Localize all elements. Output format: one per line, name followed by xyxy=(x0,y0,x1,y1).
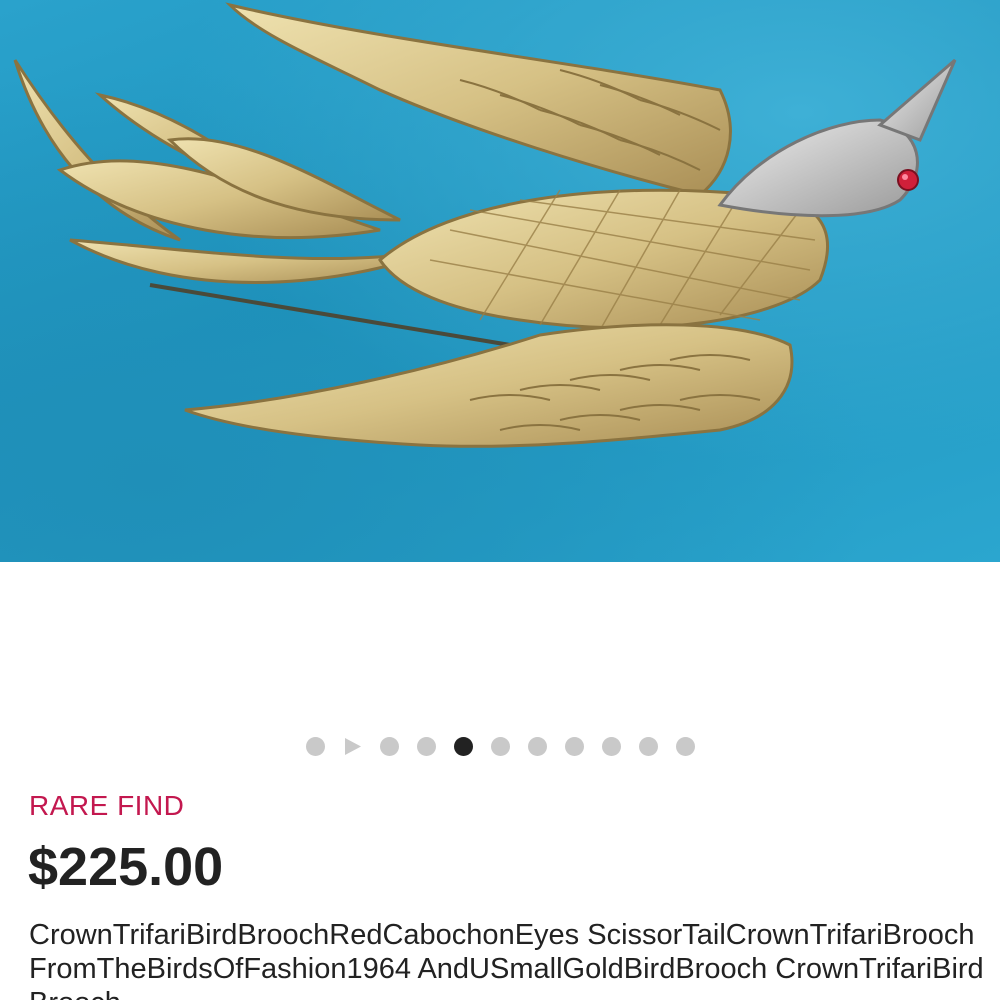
carousel-dot[interactable] xyxy=(675,736,695,756)
carousel-dot[interactable] xyxy=(490,736,510,756)
listing-title: CrownTrifariBirdBroochRedCabochonEyes Sc… xyxy=(29,919,984,1000)
carousel-dot[interactable] xyxy=(416,736,436,756)
carousel-dot[interactable] xyxy=(305,736,325,756)
carousel-dot[interactable] xyxy=(527,736,547,756)
bird-brooch-image xyxy=(13,2,957,448)
carousel-video-play-icon[interactable] xyxy=(343,737,362,756)
rare-find-badge: RARE FIND xyxy=(29,790,185,821)
carousel-dot[interactable] xyxy=(564,736,584,756)
listing-price: $225.00 xyxy=(28,837,224,897)
carousel-dot[interactable] xyxy=(379,736,399,756)
product-photo[interactable] xyxy=(0,0,1000,562)
image-carousel-indicator[interactable] xyxy=(0,736,1000,756)
carousel-dot[interactable] xyxy=(601,736,621,756)
carousel-dot[interactable] xyxy=(638,736,658,756)
carousel-dot-active[interactable] xyxy=(453,736,473,756)
